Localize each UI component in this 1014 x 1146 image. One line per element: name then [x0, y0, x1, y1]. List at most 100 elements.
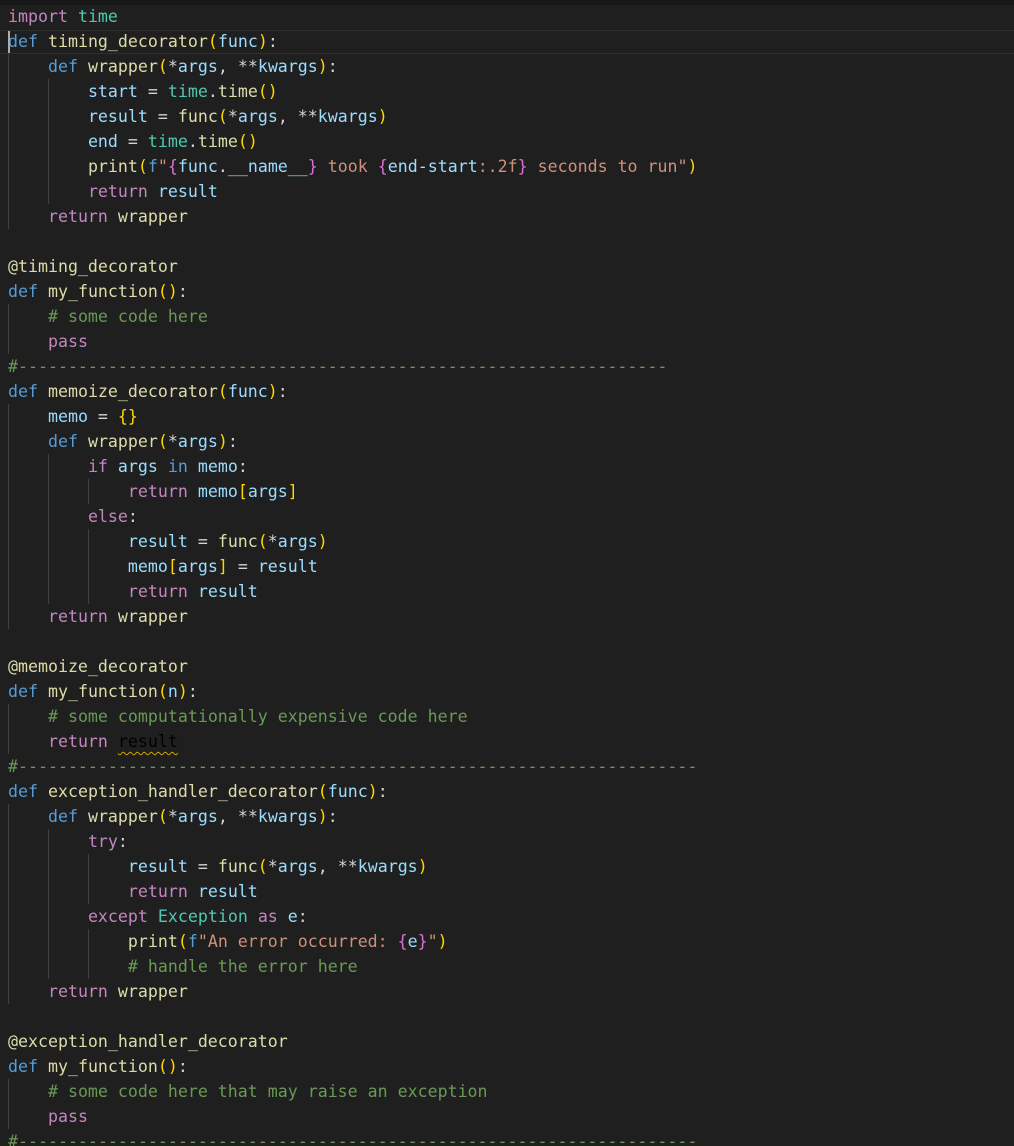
code-line[interactable]: #---------------------------------------…	[8, 1129, 698, 1146]
code-line[interactable]: except Exception as e:	[8, 904, 698, 929]
code-line[interactable]: if args in memo:	[8, 454, 698, 479]
code-token-str: "An error occurred:	[197, 932, 398, 951]
code-token-p1: (	[137, 157, 148, 176]
code-line[interactable]: return result	[8, 579, 698, 604]
code-token-var: end	[87, 132, 118, 151]
code-line[interactable]: result = func(*args, **kwargs)	[8, 854, 698, 879]
code-line[interactable]: def wrapper(*args):	[8, 429, 698, 454]
code-line[interactable]: pass	[8, 329, 698, 354]
code-token-cm: #---------------------------------------…	[8, 1132, 698, 1146]
code-token-var: result	[197, 882, 258, 901]
code-line[interactable]: @timing_decorator	[8, 254, 698, 279]
code-line[interactable]: # some computationally expensive code he…	[8, 704, 698, 729]
code-line[interactable]: print(f"An error occurred: {e}")	[8, 929, 698, 954]
code-token-op: *	[167, 807, 178, 826]
code-line[interactable]: def timing_decorator(func):	[8, 29, 698, 54]
code-line[interactable]: return result	[8, 729, 698, 754]
code-line[interactable]: # handle the error here	[8, 954, 698, 979]
code-token-cls: time	[77, 7, 118, 26]
code-token-op: =	[117, 132, 148, 151]
code-token-cm: # some code here that may raise an excep…	[47, 1082, 488, 1101]
code-line[interactable]	[8, 629, 698, 654]
code-line[interactable]: @memoize_decorator	[8, 654, 698, 679]
code-token-fn: wrapper	[117, 982, 188, 1001]
code-line[interactable]: def exception_handler_decorator(func):	[8, 779, 698, 804]
code-token-fn: my_function	[47, 282, 158, 301]
code-token-fn: timing_decorator	[47, 32, 208, 51]
code-token-op: ,	[277, 107, 298, 126]
code-token-var: args	[177, 557, 218, 576]
code-line[interactable]: def wrapper(*args, **kwargs):	[8, 54, 698, 79]
code-line[interactable]: return memo[args]	[8, 479, 698, 504]
code-token-p1: [	[167, 557, 178, 576]
code-token-var: kwargs	[317, 107, 378, 126]
code-token-def: def	[8, 1057, 38, 1076]
code-line[interactable]: memo = {}	[8, 404, 698, 429]
code-line[interactable]: return wrapper	[8, 979, 698, 1004]
code-token-fn: exception_handler_decorator	[47, 782, 318, 801]
code-line[interactable]: memo[args] = result	[8, 554, 698, 579]
code-token-op: ,	[217, 807, 238, 826]
code-token-op: **	[237, 807, 258, 826]
code-line[interactable]: return wrapper	[8, 604, 698, 629]
code-token-kw: return	[47, 607, 108, 626]
code-token-fn: wrapper	[87, 807, 158, 826]
code-token-p1: )	[317, 57, 328, 76]
code-line[interactable]: #---------------------------------------…	[8, 754, 698, 779]
code-editor[interactable]: import time def timing_decorator(func): d…	[0, 0, 1014, 1146]
code-token-kw: try	[87, 832, 118, 851]
code-token-op: =	[147, 107, 178, 126]
code-line[interactable]: import time	[8, 4, 698, 29]
code-token-op: :	[377, 782, 388, 801]
code-line[interactable]	[8, 229, 698, 254]
code-token-interp: f	[147, 157, 158, 176]
code-line[interactable]: def memoize_decorator(func):	[8, 379, 698, 404]
code-line[interactable]: return result	[8, 879, 698, 904]
code-token-fn: wrapper	[87, 432, 158, 451]
code-line[interactable]: end = time.time()	[8, 129, 698, 154]
code-line[interactable]: def my_function():	[8, 279, 698, 304]
code-token-var: args	[177, 57, 218, 76]
code-line[interactable]	[8, 1004, 698, 1029]
code-token-op: -	[417, 157, 428, 176]
code-line[interactable]: print(f"{func.__name__} took {end-start:…	[8, 154, 698, 179]
code-line[interactable]: def my_function():	[8, 1054, 698, 1079]
code-token-fn: func	[217, 532, 258, 551]
code-line[interactable]: @exception_handler_decorator	[8, 1029, 698, 1054]
code-line[interactable]: result = func(*args)	[8, 529, 698, 554]
code-line[interactable]: else:	[8, 504, 698, 529]
code-token-kw: pass	[47, 332, 88, 351]
code-token-kw: return	[127, 882, 188, 901]
code-line[interactable]: # some code here	[8, 304, 698, 329]
code-lines[interactable]: import time def timing_decorator(func): d…	[8, 4, 698, 1146]
code-line[interactable]: return wrapper	[8, 204, 698, 229]
code-token-p1: (	[157, 57, 168, 76]
code-line[interactable]: result = func(*args, **kwargs)	[8, 104, 698, 129]
code-line[interactable]: def wrapper(*args, **kwargs):	[8, 804, 698, 829]
code-token-var: n	[167, 682, 178, 701]
code-token-op: :	[277, 382, 288, 401]
code-token-p1: (	[157, 432, 168, 451]
code-token-def: def	[8, 282, 38, 301]
code-token-var: start	[87, 82, 138, 101]
code-token-var: args	[247, 482, 288, 501]
code-line[interactable]: return result	[8, 179, 698, 204]
code-line[interactable]: start = time.time()	[8, 79, 698, 104]
code-token-p1: )	[417, 857, 428, 876]
code-token-p1: (	[207, 32, 218, 51]
code-line[interactable]: # some code here that may raise an excep…	[8, 1079, 698, 1104]
code-token-str: :.2f	[477, 157, 518, 176]
code-line[interactable]: def my_function(n):	[8, 679, 698, 704]
code-line[interactable]: #---------------------------------------…	[8, 354, 698, 379]
code-line[interactable]: try:	[8, 829, 698, 854]
code-token-p1: )	[377, 107, 388, 126]
code-line[interactable]: pass	[8, 1104, 698, 1129]
